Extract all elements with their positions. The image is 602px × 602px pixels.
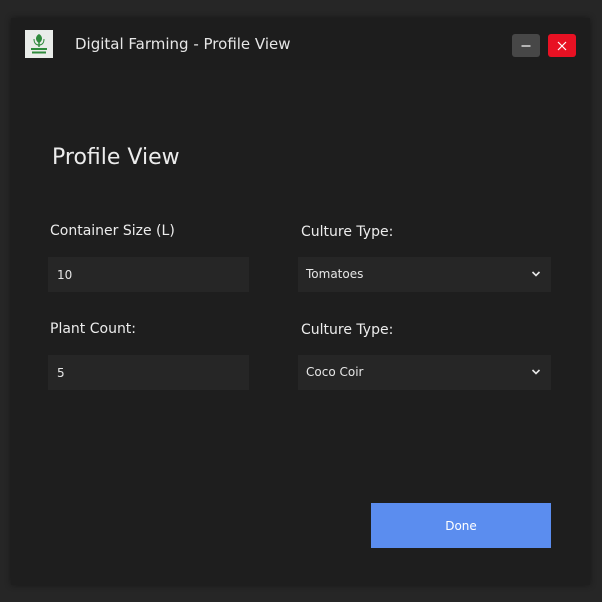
app-logo [25, 30, 53, 58]
close-button[interactable] [548, 34, 576, 57]
done-button[interactable]: Done [371, 503, 551, 548]
plant-count-input[interactable] [48, 355, 249, 390]
profile-view-window: Digital Farming - Profile View Profile V… [11, 18, 590, 585]
app-logo-icon [25, 30, 53, 58]
close-icon [557, 41, 567, 50]
substrate-type-select[interactable]: Coco Coir [298, 355, 551, 390]
minimize-button[interactable] [512, 34, 540, 57]
container-size-input[interactable] [48, 257, 249, 292]
page-title: Profile View [52, 145, 180, 170]
substrate-type-label: Culture Type: [301, 322, 394, 338]
plant-count-label: Plant Count: [50, 321, 137, 337]
container-size-label: Container Size (L) [50, 223, 175, 239]
chevron-down-icon [531, 271, 541, 277]
title-bar[interactable]: Digital Farming - Profile View [11, 18, 590, 70]
substrate-type-selected-value: Coco Coir [306, 365, 364, 379]
culture-type-label: Culture Type: [301, 224, 394, 240]
window-title: Digital Farming - Profile View [75, 35, 291, 53]
chevron-down-icon [531, 369, 541, 375]
culture-type-selected-value: Tomatoes [306, 267, 364, 281]
minus-icon [521, 44, 531, 47]
culture-type-select[interactable]: Tomatoes [298, 257, 551, 292]
